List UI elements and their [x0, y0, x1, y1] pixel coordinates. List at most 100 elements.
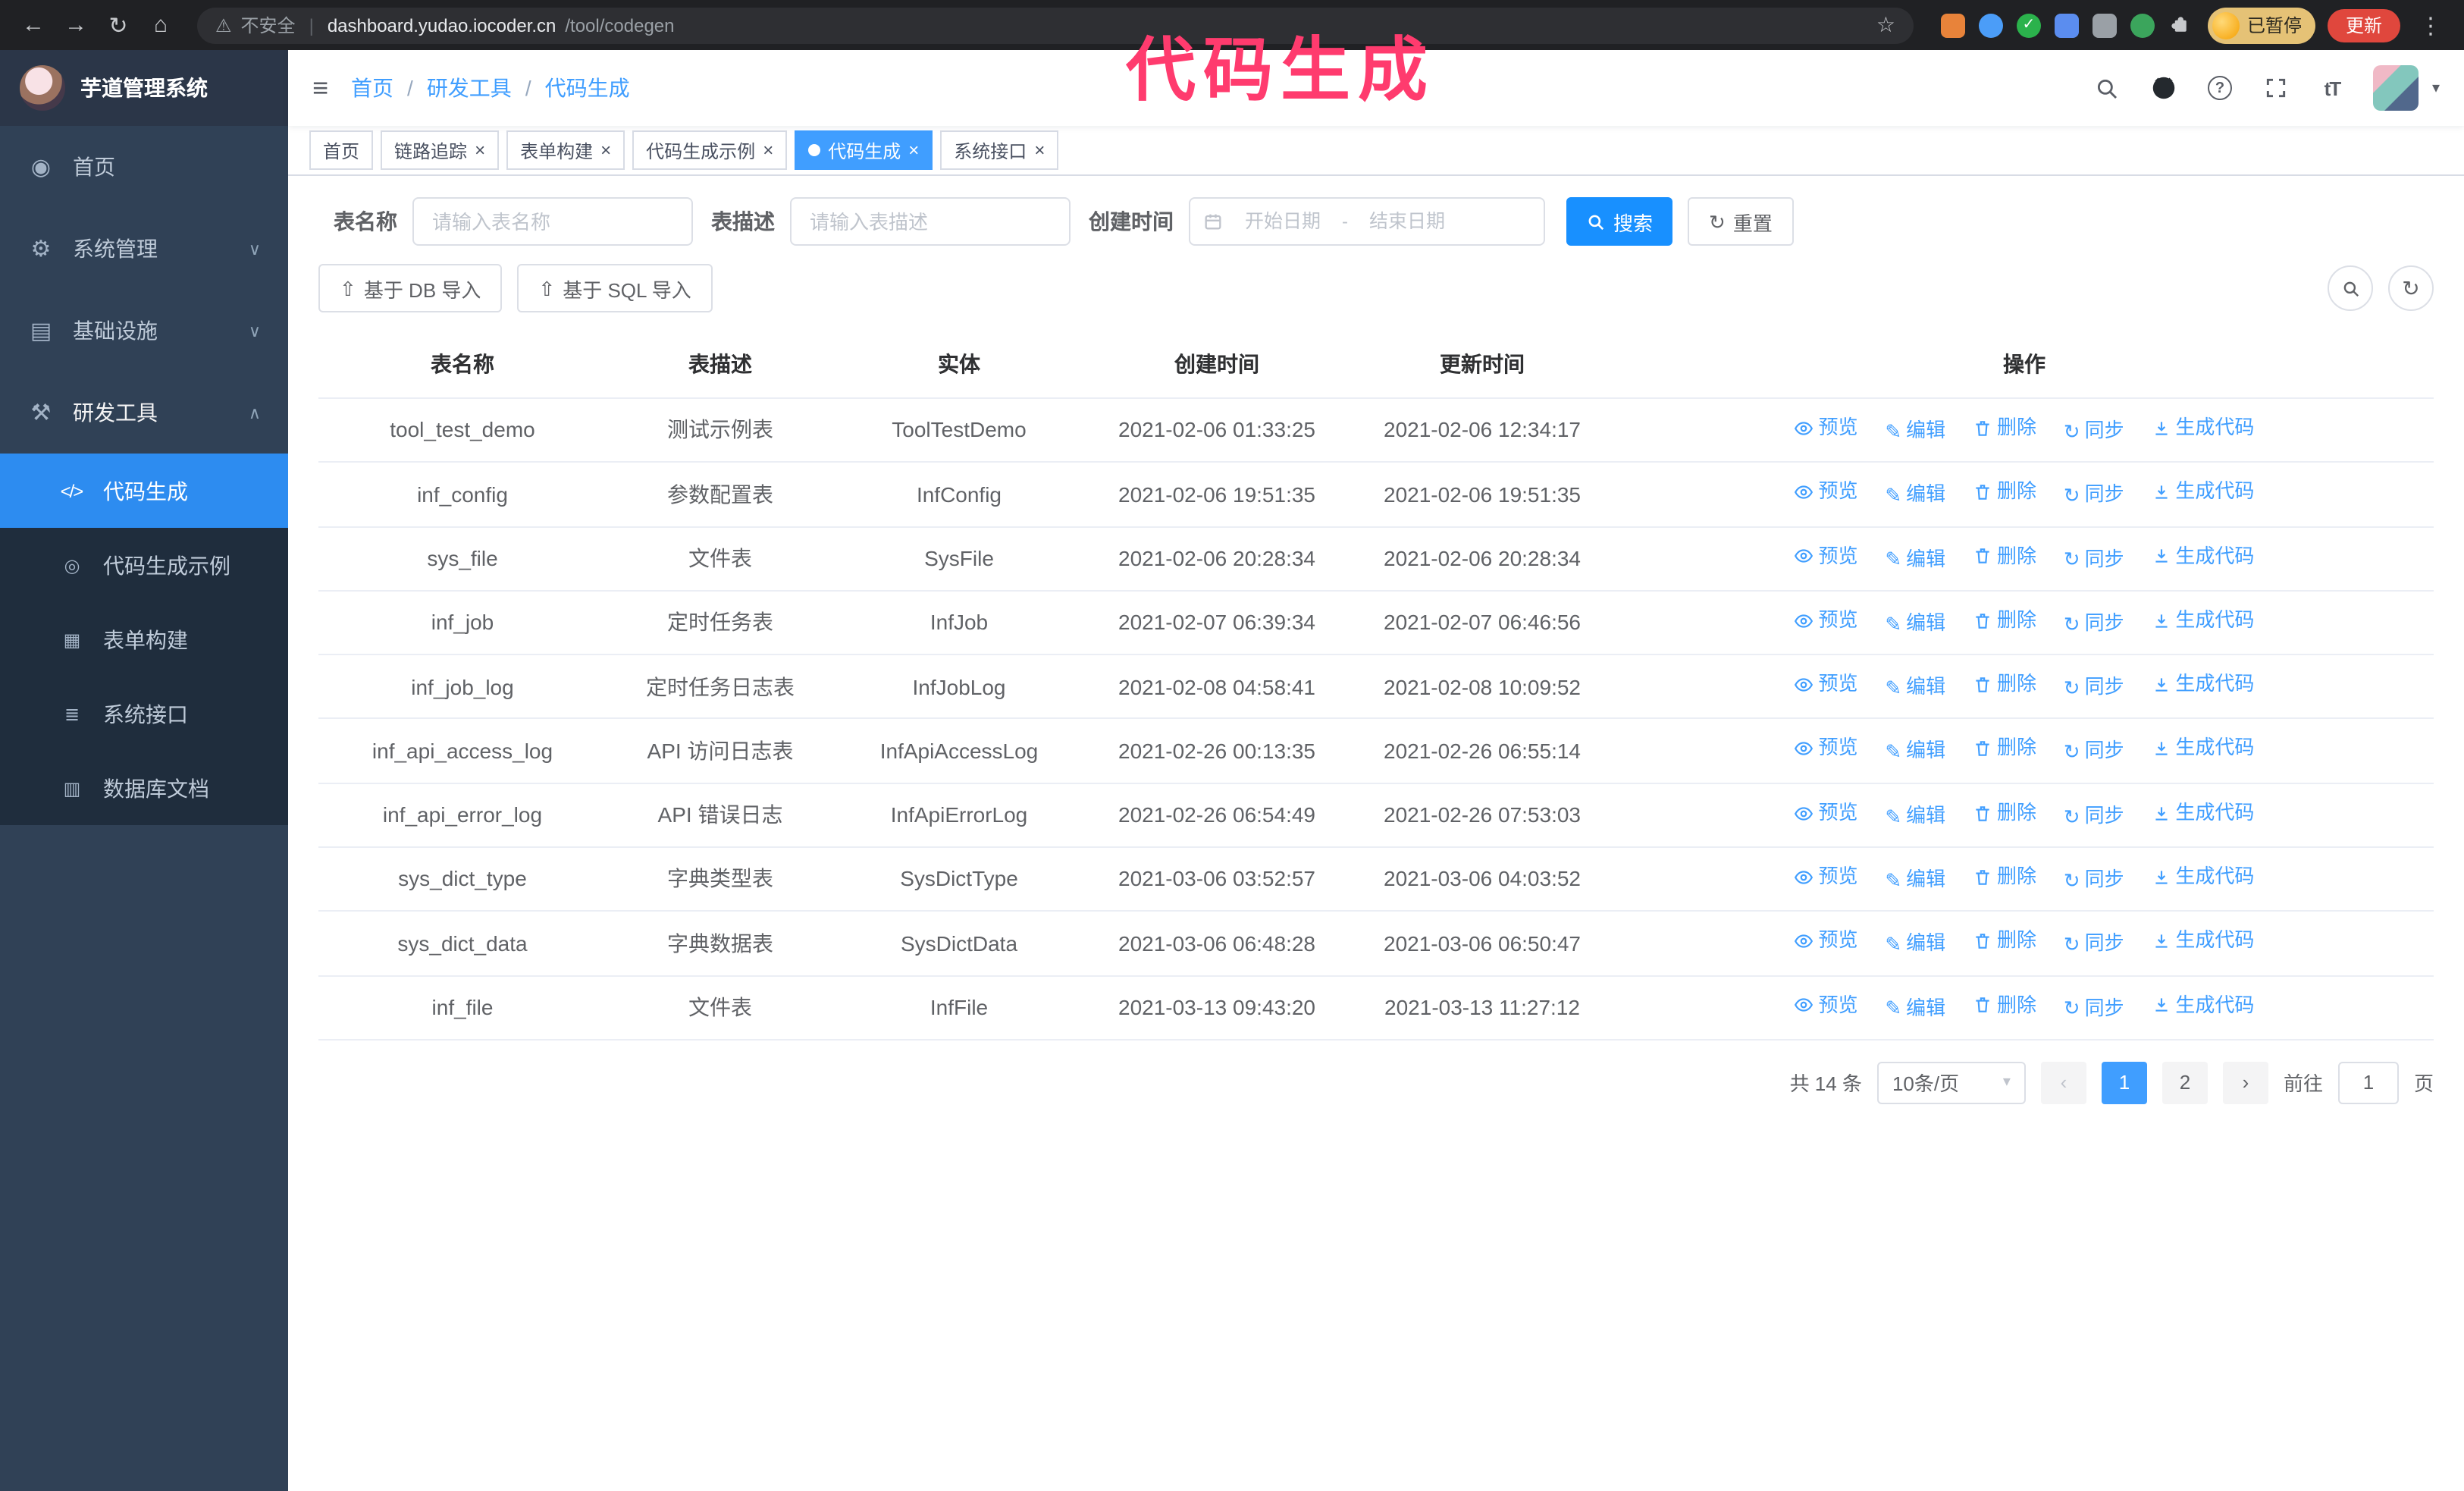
github-icon[interactable] [2149, 73, 2179, 103]
reset-button[interactable]: ↻ 重置 [1688, 197, 1794, 246]
delete-link[interactable]: 删除 [1973, 797, 2036, 829]
close-icon[interactable]: × [908, 141, 919, 159]
bookmark-star-icon[interactable]: ☆ [1876, 12, 1895, 38]
tab-api[interactable]: 系统接口 × [940, 130, 1059, 170]
generate-code-link[interactable]: 生成代码 [2151, 541, 2254, 573]
preview-link[interactable]: 预览 [1795, 990, 1858, 1022]
goto-page-input[interactable] [2337, 1061, 2399, 1104]
refresh-table-button[interactable]: ↻ [2388, 265, 2434, 311]
extension-icon[interactable] [2054, 13, 2079, 37]
preview-link[interactable]: 预览 [1795, 669, 1858, 701]
edit-link[interactable]: ✎ 编辑 [1885, 480, 1945, 512]
extensions-puzzle-icon[interactable] [2168, 13, 2193, 37]
breadcrumb-item[interactable]: 研发工具 [427, 73, 512, 103]
preview-link[interactable]: 预览 [1795, 541, 1858, 573]
preview-link[interactable]: 预览 [1795, 797, 1858, 829]
user-avatar[interactable] [2372, 65, 2419, 111]
extension-icon[interactable] [1978, 13, 2003, 37]
preview-link[interactable]: 预览 [1795, 862, 1858, 893]
address-bar[interactable]: ⚠ 不安全 | dashboard.yudao.iocoder.cn /tool… [197, 7, 1914, 43]
sync-link[interactable]: ↻ 同步 [2064, 993, 2124, 1025]
start-date-input[interactable] [1228, 211, 1337, 232]
edit-link[interactable]: ✎ 编辑 [1885, 993, 1945, 1025]
sidebar-item-devtools[interactable]: ⚒ 研发工具 ∧ [0, 372, 288, 454]
sync-link[interactable]: ↻ 同步 [2064, 736, 2124, 768]
page-size-select[interactable]: 10条/页 ▾ [1876, 1061, 2026, 1104]
close-icon[interactable]: × [763, 141, 773, 159]
home-icon[interactable]: ⌂ [143, 7, 179, 43]
generate-code-link[interactable]: 生成代码 [2151, 926, 2254, 958]
next-page-button[interactable]: › [2222, 1061, 2268, 1104]
end-date-input[interactable] [1353, 211, 1462, 232]
edit-link[interactable]: ✎ 编辑 [1885, 416, 1945, 447]
delete-link[interactable]: 删除 [1973, 413, 2036, 444]
preview-link[interactable]: 预览 [1795, 926, 1858, 958]
delete-link[interactable]: 删除 [1973, 541, 2036, 573]
sidebar-item-codegen-example[interactable]: ◎ 代码生成示例 [0, 528, 288, 602]
preview-link[interactable]: 预览 [1795, 477, 1858, 509]
sync-link[interactable]: ↻ 同步 [2064, 800, 2124, 832]
sidebar-item-infrastructure[interactable]: ▤ 基础设施 ∨ [0, 290, 288, 372]
sync-link[interactable]: ↻ 同步 [2064, 544, 2124, 576]
forward-icon[interactable]: → [58, 7, 94, 43]
tab-form-builder[interactable]: 表单构建 × [506, 130, 625, 170]
preview-link[interactable]: 预览 [1795, 605, 1858, 637]
edit-link[interactable]: ✎ 编辑 [1885, 608, 1945, 640]
delete-link[interactable]: 删除 [1973, 669, 2036, 701]
security-label[interactable]: 不安全 [241, 12, 296, 38]
sidebar-item-form-builder[interactable]: ▦ 表单构建 [0, 602, 288, 676]
tab-codegen[interactable]: 代码生成 × [795, 130, 933, 170]
date-range-picker[interactable]: - [1189, 197, 1545, 246]
sidebar-item-codegen[interactable]: </> 代码生成 [0, 454, 288, 528]
generate-code-link[interactable]: 生成代码 [2151, 413, 2254, 444]
extension-icon[interactable] [2092, 13, 2117, 37]
table-desc-input[interactable] [790, 197, 1071, 246]
sidebar-item-home[interactable]: ◉ 首页 [0, 126, 288, 208]
overflow-menu-icon[interactable]: ⋮ [2412, 7, 2449, 43]
delete-link[interactable]: 删除 [1973, 862, 2036, 893]
delete-link[interactable]: 删除 [1973, 926, 2036, 958]
edit-link[interactable]: ✎ 编辑 [1885, 544, 1945, 576]
sync-link[interactable]: ↻ 同步 [2064, 608, 2124, 640]
back-icon[interactable]: ← [15, 7, 52, 43]
sync-link[interactable]: ↻ 同步 [2064, 672, 2124, 704]
tab-home[interactable]: 首页 [309, 130, 374, 170]
reload-icon[interactable]: ↻ [100, 7, 136, 43]
delete-link[interactable]: 删除 [1973, 733, 2036, 765]
prev-page-button[interactable]: ‹ [2040, 1061, 2086, 1104]
sync-link[interactable]: ↻ 同步 [2064, 865, 2124, 896]
tab-codegen-example[interactable]: 代码生成示例 × [632, 130, 788, 170]
search-icon[interactable] [2093, 73, 2123, 103]
extension-icon[interactable] [2130, 13, 2155, 37]
table-name-input[interactable] [412, 197, 693, 246]
breadcrumb-item[interactable]: 首页 [351, 73, 393, 103]
close-icon[interactable]: × [600, 141, 611, 159]
page-button-2[interactable]: 2 [2161, 1061, 2208, 1104]
tab-tracing[interactable]: 链路追踪 × [381, 130, 500, 170]
sync-link[interactable]: ↻ 同步 [2064, 480, 2124, 512]
sidebar-item-db-doc[interactable]: ▥ 数据库文档 [0, 751, 288, 825]
preview-link[interactable]: 预览 [1795, 413, 1858, 444]
profile-badge[interactable]: 已暂停 [2207, 7, 2315, 43]
generate-code-link[interactable]: 生成代码 [2151, 990, 2254, 1022]
generate-code-link[interactable]: 生成代码 [2151, 605, 2254, 637]
page-button-1[interactable]: 1 [2101, 1061, 2147, 1104]
generate-code-link[interactable]: 生成代码 [2151, 862, 2254, 893]
generate-code-link[interactable]: 生成代码 [2151, 477, 2254, 509]
delete-link[interactable]: 删除 [1973, 477, 2036, 509]
generate-code-link[interactable]: 生成代码 [2151, 669, 2254, 701]
caret-down-icon[interactable]: ▾ [2432, 80, 2440, 96]
close-icon[interactable]: × [475, 141, 485, 159]
help-icon[interactable]: ? [2205, 73, 2235, 103]
sync-link[interactable]: ↻ 同步 [2064, 416, 2124, 447]
delete-link[interactable]: 删除 [1973, 990, 2036, 1022]
fullscreen-icon[interactable] [2261, 73, 2291, 103]
edit-link[interactable]: ✎ 编辑 [1885, 736, 1945, 768]
edit-link[interactable]: ✎ 编辑 [1885, 672, 1945, 704]
collapse-sidebar-icon[interactable]: ≡ [312, 72, 328, 104]
extension-icon[interactable] [1940, 13, 1965, 37]
sidebar-item-api[interactable]: ≣ 系统接口 [0, 676, 288, 751]
preview-link[interactable]: 预览 [1795, 733, 1858, 765]
app-logo[interactable]: 芋道管理系统 [0, 50, 288, 126]
edit-link[interactable]: ✎ 编辑 [1885, 929, 1945, 961]
